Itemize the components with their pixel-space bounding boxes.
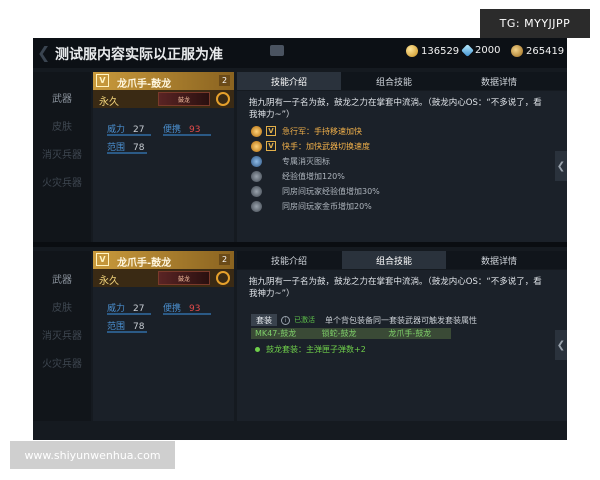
site-watermark: www.shiyunwenhua.com [10, 441, 175, 469]
stat-range-bar [107, 331, 147, 333]
skill-intro-content: 拖九阴有一子名为鼓，鼓龙之力在掌套中流淌。（鼓龙内心OS：“不多说了，看我神力~… [237, 91, 567, 242]
duration-label: 永久 [99, 276, 119, 287]
weapon-card-header: V 龙爪手-鼓龙 2 [93, 72, 234, 90]
prohibited-icon [216, 92, 230, 106]
set-label: 套装 [251, 314, 277, 326]
run-icon [251, 125, 262, 137]
stat-power-bar [107, 313, 151, 315]
weapon-name: 龙爪手-鼓龙 [117, 79, 172, 90]
vip-icon: V [96, 74, 109, 87]
tab-combo-skill[interactable]: 组合技能 [342, 251, 446, 269]
set-row: 套装 i 已激活 单个背包装备同一套装武器可触发套装属性 [251, 314, 477, 326]
skill-row: 同房间玩家金币增加20% [251, 200, 372, 212]
skill-row: 经验值增加120% [251, 170, 345, 182]
skill-row: V 快手：加快武器切换速度 [251, 140, 370, 152]
weapon-card-header: V 龙爪手-鼓龙 2 [93, 251, 234, 269]
level-badge: 2 [219, 254, 230, 265]
chevron-left-icon[interactable]: ❮ [555, 330, 567, 360]
weapon-thumbnail: 鼓龙 [158, 271, 210, 285]
set-status: 已激活 [294, 316, 315, 324]
panel-skill-intro: 武器 皮肤 消灭兵器 火灾兵器 V 龙爪手-鼓龙 2 永久 鼓龙 威力 27 便携… [33, 72, 567, 242]
tg-watermark: TG: MYYJJPP [480, 9, 590, 38]
top-bar: ❮ 测试服内容实际以正服为准 136529 2000 265419 [33, 38, 567, 68]
category-sidebar: 武器 皮肤 消灭兵器 火灾兵器 [33, 251, 91, 421]
exp-icon [251, 170, 262, 182]
panel-combo-skill: 武器 皮肤 消灭兵器 火灾兵器 V 龙爪手-鼓龙 2 永久 鼓龙 威力 27 便携… [33, 251, 567, 421]
set-bonus: 鼓龙套装：主弹匣子弹数+2 [255, 344, 366, 355]
sidebar-item-weapon[interactable]: 武器 [33, 265, 91, 291]
stat-power-bar [107, 134, 151, 136]
tab-combo-skill[interactable]: 组合技能 [342, 72, 446, 90]
weapon-name: 龙爪手-鼓龙 [117, 258, 172, 269]
game-screenshot: ❮ 测试服内容实际以正服为准 136529 2000 265419 武器 皮肤 … [33, 38, 567, 440]
set-piece: 龙爪手-鼓龙 [388, 329, 432, 338]
gold-coin-icon [406, 45, 418, 57]
hand-icon [251, 140, 262, 152]
set-description: 单个背包装备同一套装武器可触发套装属性 [325, 315, 477, 325]
back-arrow-icon[interactable]: ❮ [37, 43, 50, 62]
vip-icon: V [266, 126, 276, 136]
eliminate-icon [251, 155, 262, 167]
tab-bar: 技能介绍 组合技能 数据详情 [237, 72, 567, 90]
chat-icon[interactable] [270, 45, 284, 56]
sidebar-item-fire[interactable]: 火灾兵器 [33, 349, 91, 375]
tab-data-details[interactable]: 数据详情 [447, 72, 551, 90]
sidebar-item-eliminate[interactable]: 消灭兵器 [33, 140, 91, 166]
weapon-duration-row: 永久 鼓龙 [93, 269, 234, 287]
category-sidebar: 武器 皮肤 消灭兵器 火灾兵器 [33, 72, 91, 242]
tab-data-details[interactable]: 数据详情 [447, 251, 551, 269]
combo-skill-content: 拖九阴有一子名为鼓，鼓龙之力在掌套中流淌。（鼓龙内心OS：“不多说了，看我神力~… [237, 270, 567, 421]
diamond-icon [461, 44, 474, 57]
sidebar-item-skin[interactable]: 皮肤 [33, 112, 91, 138]
sidebar-item-eliminate[interactable]: 消灭兵器 [33, 321, 91, 347]
tab-skill-intro[interactable]: 技能介绍 [237, 72, 341, 90]
stat-portability-bar [163, 134, 211, 136]
skill-row: 专属消灭图标 [251, 155, 330, 167]
sidebar-item-skin[interactable]: 皮肤 [33, 293, 91, 319]
set-pieces: MK47-鼓龙 锁蛇-鼓龙 龙爪手-鼓龙 [251, 328, 451, 339]
chevron-left-icon[interactable]: ❮ [555, 151, 567, 181]
stat-portability-bar [163, 313, 211, 315]
info-icon[interactable]: i [281, 315, 290, 325]
skill-row: V 急行军：手持移速加快 [251, 125, 362, 137]
set-piece: 锁蛇-鼓龙 [321, 329, 357, 338]
medal-icon [511, 45, 523, 57]
divider [33, 242, 567, 247]
weapon-description: 拖九阴有一子名为鼓，鼓龙之力在掌套中流淌。（鼓龙内心OS：“不多说了，看我神力~… [249, 98, 542, 120]
diamond-balance: 2000 [461, 44, 500, 57]
tab-skill-intro[interactable]: 技能介绍 [237, 251, 341, 269]
team-exp-icon [251, 185, 262, 197]
bullet-icon [255, 347, 260, 352]
vip-icon: V [96, 253, 109, 266]
weapon-card[interactable]: V 龙爪手-鼓龙 2 永久 鼓龙 威力 27 便携 93 范围 78 [93, 72, 234, 242]
prohibited-icon [216, 271, 230, 285]
team-gold-icon [251, 200, 262, 212]
weapon-thumbnail: 鼓龙 [158, 92, 210, 106]
stat-range-bar [107, 152, 147, 154]
medal-balance: 265419 [511, 45, 564, 57]
sidebar-item-fire[interactable]: 火灾兵器 [33, 168, 91, 194]
sidebar-item-weapon[interactable]: 武器 [33, 84, 91, 110]
duration-label: 永久 [99, 97, 119, 108]
page-title: 测试服内容实际以正服为准 [55, 47, 223, 63]
tab-bar: 技能介绍 组合技能 数据详情 [237, 251, 567, 269]
vip-icon: V [266, 141, 276, 151]
weapon-duration-row: 永久 鼓龙 [93, 90, 234, 108]
skill-row: 同房间玩家经验值增加30% [251, 185, 380, 197]
gold-balance: 136529 [406, 45, 459, 57]
weapon-card[interactable]: V 龙爪手-鼓龙 2 永久 鼓龙 威力 27 便携 93 范围 78 [93, 251, 234, 421]
set-piece: MK47-鼓龙 [255, 329, 297, 338]
weapon-description: 拖九阴有一子名为鼓，鼓龙之力在掌套中流淌。（鼓龙内心OS：“不多说了，看我神力~… [249, 277, 542, 299]
level-badge: 2 [219, 75, 230, 86]
